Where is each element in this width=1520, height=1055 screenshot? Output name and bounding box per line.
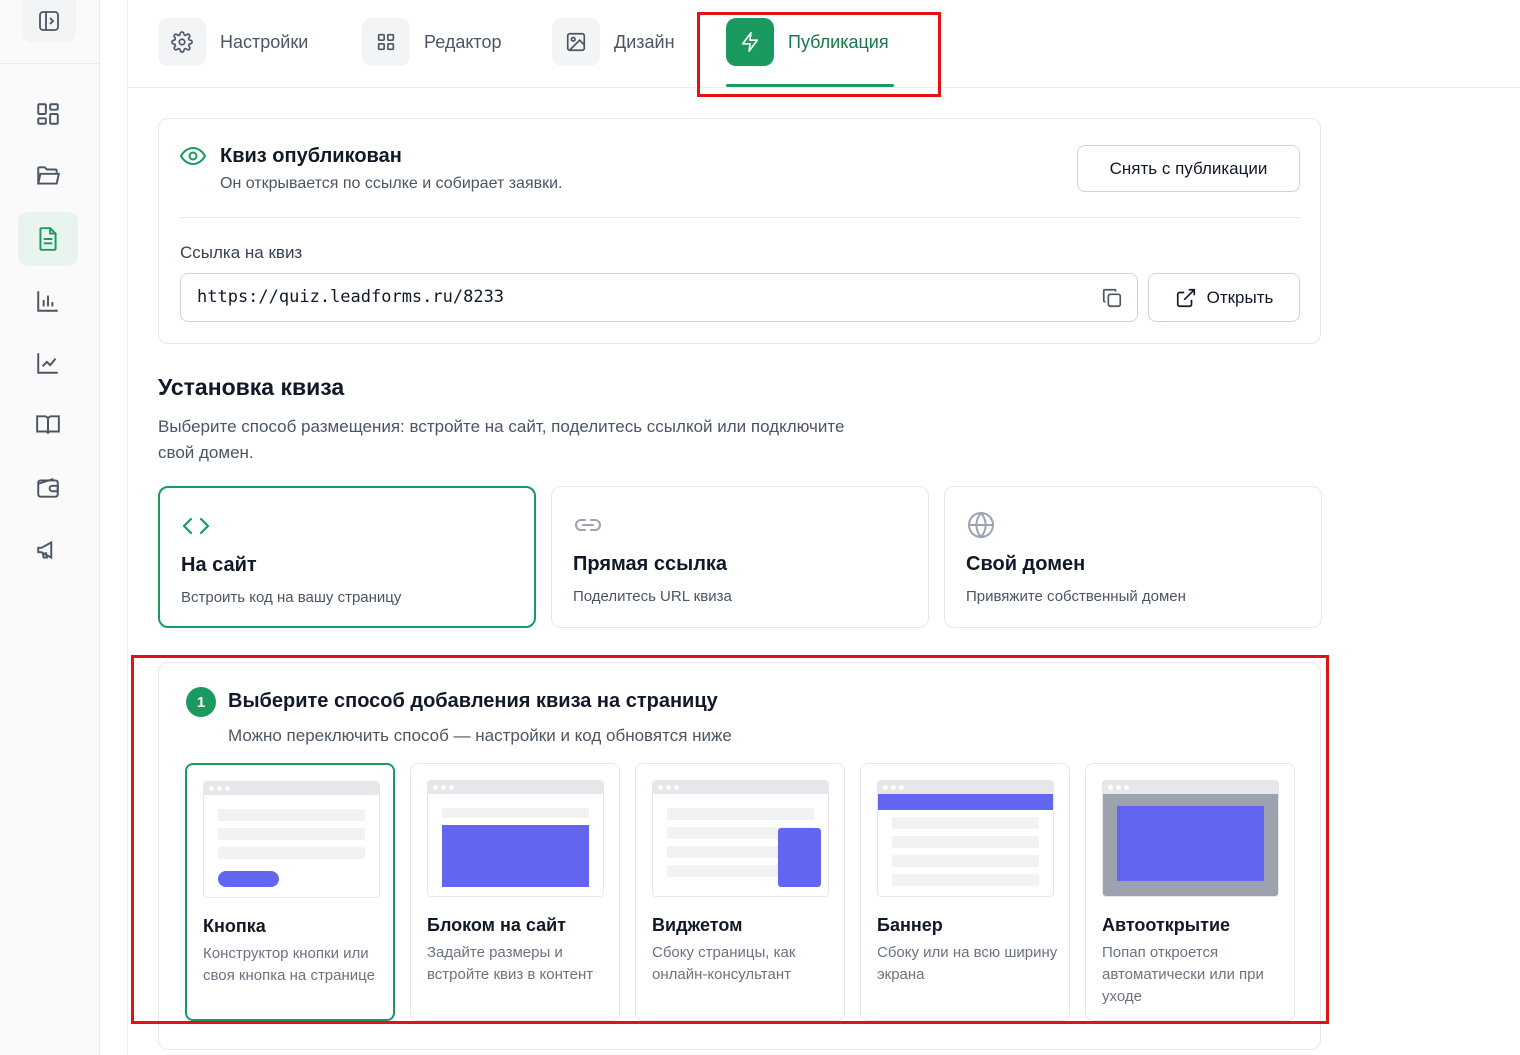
published-title: Квиз опубликован — [220, 145, 402, 167]
sidebar-item-quizzes[interactable] — [18, 212, 78, 266]
quiz-link-field[interactable]: https://quiz.leadforms.ru/8233 — [180, 273, 1138, 322]
sidebar-toggle-button[interactable] — [22, 0, 76, 42]
install-option-desc: Поделитесь URL квиза — [573, 588, 732, 605]
external-link-icon — [1176, 288, 1195, 307]
copy-icon[interactable] — [1101, 287, 1123, 309]
unpublish-button[interactable]: Снять с публикации — [1077, 145, 1300, 192]
install-description: Выберите способ размещения: встройте на … — [158, 417, 845, 462]
tab-settings-label: Настройки — [220, 31, 309, 52]
install-option-title: Прямая ссылка — [573, 553, 728, 575]
open-link-label: Открыть — [1206, 287, 1274, 307]
highlight-box-step — [131, 655, 1329, 1024]
grid-icon — [362, 18, 410, 66]
quiz-link-value: https://quiz.leadforms.ru/8233 — [197, 287, 505, 307]
install-option-title: Свой домен — [966, 553, 1086, 575]
code-icon — [182, 517, 210, 535]
open-link-button[interactable]: Открыть — [1148, 273, 1300, 322]
sidebar-item-billing[interactable] — [18, 461, 78, 515]
tab-design-label: Дизайн — [614, 31, 675, 52]
install-option-desc: Привяжите собственный домен — [966, 588, 1186, 605]
sidebar-item-dashboard[interactable] — [18, 87, 78, 141]
sidebar-item-folders[interactable] — [18, 149, 78, 203]
divider — [180, 217, 1300, 218]
sidebar-item-analytics[interactable] — [18, 336, 78, 390]
sidebar-toggle-icon — [39, 11, 59, 31]
link-icon — [575, 519, 601, 531]
secondary-panel — [100, 0, 128, 1055]
sidebar-item-docs[interactable] — [18, 398, 78, 452]
sidebar — [0, 0, 100, 1055]
gear-icon — [158, 18, 206, 66]
sidebar-item-promo[interactable] — [18, 523, 78, 577]
megaphone-icon — [37, 540, 53, 560]
tab-settings[interactable]: Настройки — [158, 18, 308, 66]
wallet-icon — [37, 478, 59, 498]
book-icon — [36, 415, 60, 434]
install-option-desc: Встроить код на вашу страницу — [181, 589, 402, 606]
quiz-link-label: Ссылка на квиз — [180, 243, 303, 262]
image-icon — [552, 18, 600, 66]
bar-chart-icon — [37, 291, 58, 312]
highlight-box-tab — [697, 12, 941, 97]
install-option-direct-link[interactable]: Прямая ссылка Поделитесь URL квиза — [551, 486, 929, 628]
tab-design[interactable]: Дизайн — [552, 18, 675, 66]
install-option-title: На сайт — [181, 554, 257, 576]
line-chart-icon — [37, 353, 58, 374]
install-title: Установка квиза — [158, 374, 345, 400]
globe-icon — [968, 511, 994, 539]
dashboard-icon — [37, 103, 59, 125]
sidebar-header — [0, 0, 100, 64]
eye-icon — [179, 146, 207, 166]
sidebar-item-stats[interactable] — [18, 274, 78, 328]
folder-icon — [37, 166, 61, 185]
document-icon — [39, 227, 57, 251]
tab-editor[interactable]: Редактор — [362, 18, 501, 66]
published-card: Квиз опубликован Он открывается по ссылк… — [158, 118, 1321, 344]
install-option-own-domain[interactable]: Свой домен Привяжите собственный домен — [944, 486, 1322, 628]
install-option-website[interactable]: На сайт Встроить код на вашу страницу — [158, 486, 536, 628]
tab-editor-label: Редактор — [424, 31, 502, 52]
published-subtitle: Он открывается по ссылке и собирает заяв… — [220, 175, 563, 192]
